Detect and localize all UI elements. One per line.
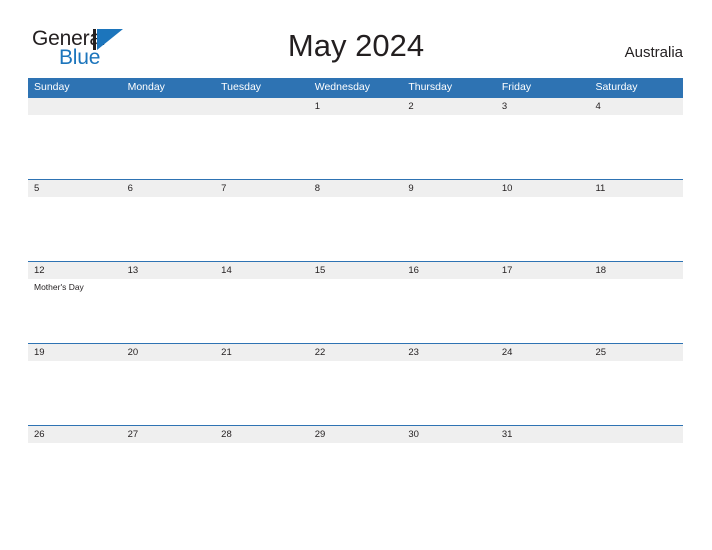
day-cell[interactable] <box>496 197 590 261</box>
week-event-strip <box>28 361 683 425</box>
day-cell[interactable] <box>309 197 403 261</box>
week-date-strip: 1 2 3 4 <box>28 97 683 115</box>
day-cell[interactable] <box>122 361 216 425</box>
calendar-grid: Sunday Monday Tuesday Wednesday Thursday… <box>28 78 683 507</box>
day-number[interactable]: 18 <box>589 262 683 279</box>
weekday-header-row: Sunday Monday Tuesday Wednesday Thursday… <box>28 78 683 97</box>
day-number[interactable]: 24 <box>496 344 590 361</box>
week-date-strip: 5 6 7 8 9 10 11 <box>28 179 683 197</box>
day-cell[interactable] <box>309 361 403 425</box>
calendar-week-row: 19 20 21 22 23 24 25 <box>28 343 683 425</box>
day-number[interactable]: 15 <box>309 262 403 279</box>
day-cell[interactable] <box>309 115 403 179</box>
day-number[interactable]: 26 <box>28 426 122 443</box>
calendar-week-row: 12 13 14 15 16 17 18 Mother's Day <box>28 261 683 343</box>
day-number[interactable] <box>215 98 309 115</box>
day-number[interactable]: 5 <box>28 180 122 197</box>
day-number[interactable]: 16 <box>402 262 496 279</box>
day-cell[interactable] <box>122 443 216 507</box>
day-cell[interactable] <box>496 115 590 179</box>
day-number[interactable]: 3 <box>496 98 590 115</box>
locale-label: Australia <box>624 44 683 61</box>
day-number[interactable]: 13 <box>122 262 216 279</box>
week-date-strip: 12 13 14 15 16 17 18 <box>28 261 683 279</box>
day-number[interactable] <box>589 426 683 443</box>
weekday-header-friday: Friday <box>501 81 532 93</box>
day-cell[interactable] <box>215 279 309 343</box>
day-cell[interactable] <box>589 279 683 343</box>
day-number[interactable]: 4 <box>589 98 683 115</box>
page-header: General Blue May 2024 Australia <box>0 0 712 78</box>
week-date-strip: 26 27 28 29 30 31 <box>28 425 683 443</box>
calendar-week-row: 1 2 3 4 <box>28 97 683 179</box>
day-number[interactable]: 25 <box>589 344 683 361</box>
day-cell[interactable] <box>402 361 496 425</box>
day-number[interactable]: 27 <box>122 426 216 443</box>
calendar-week-row: 5 6 7 8 9 10 11 <box>28 179 683 261</box>
day-cell[interactable] <box>402 279 496 343</box>
day-cell[interactable] <box>215 443 309 507</box>
day-cell[interactable] <box>402 197 496 261</box>
calendar-week-row: 26 27 28 29 30 31 <box>28 425 683 507</box>
week-date-strip: 19 20 21 22 23 24 25 <box>28 343 683 361</box>
day-number[interactable]: 1 <box>309 98 403 115</box>
day-cell[interactable] <box>28 115 122 179</box>
day-number[interactable]: 20 <box>122 344 216 361</box>
calendar-page: General Blue May 2024 Australia Sunday M… <box>0 0 712 550</box>
day-cell[interactable] <box>589 361 683 425</box>
day-cell[interactable] <box>215 115 309 179</box>
day-number[interactable] <box>28 98 122 115</box>
day-cell[interactable] <box>215 361 309 425</box>
day-cell[interactable] <box>122 197 216 261</box>
day-number[interactable]: 29 <box>309 426 403 443</box>
day-number[interactable]: 21 <box>215 344 309 361</box>
week-event-strip <box>28 443 683 507</box>
week-event-strip <box>28 197 683 261</box>
weekday-header-wednesday: Wednesday <box>314 81 370 93</box>
day-number[interactable]: 6 <box>122 180 216 197</box>
day-cell[interactable] <box>402 443 496 507</box>
page-title: May 2024 <box>287 28 425 63</box>
weekday-header-tuesday: Tuesday <box>221 81 262 93</box>
day-cell[interactable] <box>402 115 496 179</box>
weekday-header-monday: Monday <box>127 81 165 93</box>
day-cell[interactable] <box>28 443 122 507</box>
day-cell[interactable] <box>215 197 309 261</box>
day-number[interactable]: 8 <box>309 180 403 197</box>
day-cell[interactable] <box>589 197 683 261</box>
week-event-strip: Mother's Day <box>28 279 683 343</box>
day-cell[interactable] <box>589 443 683 507</box>
day-cell[interactable] <box>309 443 403 507</box>
day-number[interactable]: 7 <box>215 180 309 197</box>
day-number[interactable]: 19 <box>28 344 122 361</box>
day-cell[interactable] <box>28 361 122 425</box>
day-number[interactable]: 14 <box>215 262 309 279</box>
day-number[interactable]: 28 <box>215 426 309 443</box>
day-cell[interactable] <box>496 443 590 507</box>
day-number[interactable]: 22 <box>309 344 403 361</box>
day-cell[interactable] <box>589 115 683 179</box>
day-cell[interactable] <box>122 279 216 343</box>
day-number[interactable]: 30 <box>402 426 496 443</box>
day-number[interactable]: 9 <box>402 180 496 197</box>
weekday-header-thursday: Thursday <box>408 81 453 93</box>
week-event-strip <box>28 115 683 179</box>
day-number[interactable]: 23 <box>402 344 496 361</box>
day-number[interactable] <box>122 98 216 115</box>
day-number[interactable]: 31 <box>496 426 590 443</box>
day-cell[interactable] <box>496 361 590 425</box>
day-cell[interactable] <box>309 279 403 343</box>
day-number[interactable]: 2 <box>402 98 496 115</box>
day-cell[interactable] <box>122 115 216 179</box>
day-cell[interactable] <box>496 279 590 343</box>
day-cell[interactable] <box>28 197 122 261</box>
day-number[interactable]: 11 <box>589 180 683 197</box>
weekday-header-saturday: Saturday <box>595 81 638 93</box>
weekday-header-sunday: Sunday <box>34 81 70 93</box>
day-cell[interactable]: Mother's Day <box>28 279 122 343</box>
day-number[interactable]: 10 <box>496 180 590 197</box>
day-number[interactable]: 12 <box>28 262 122 279</box>
day-number[interactable]: 17 <box>496 262 590 279</box>
event-label: Mother's Day <box>34 282 84 292</box>
